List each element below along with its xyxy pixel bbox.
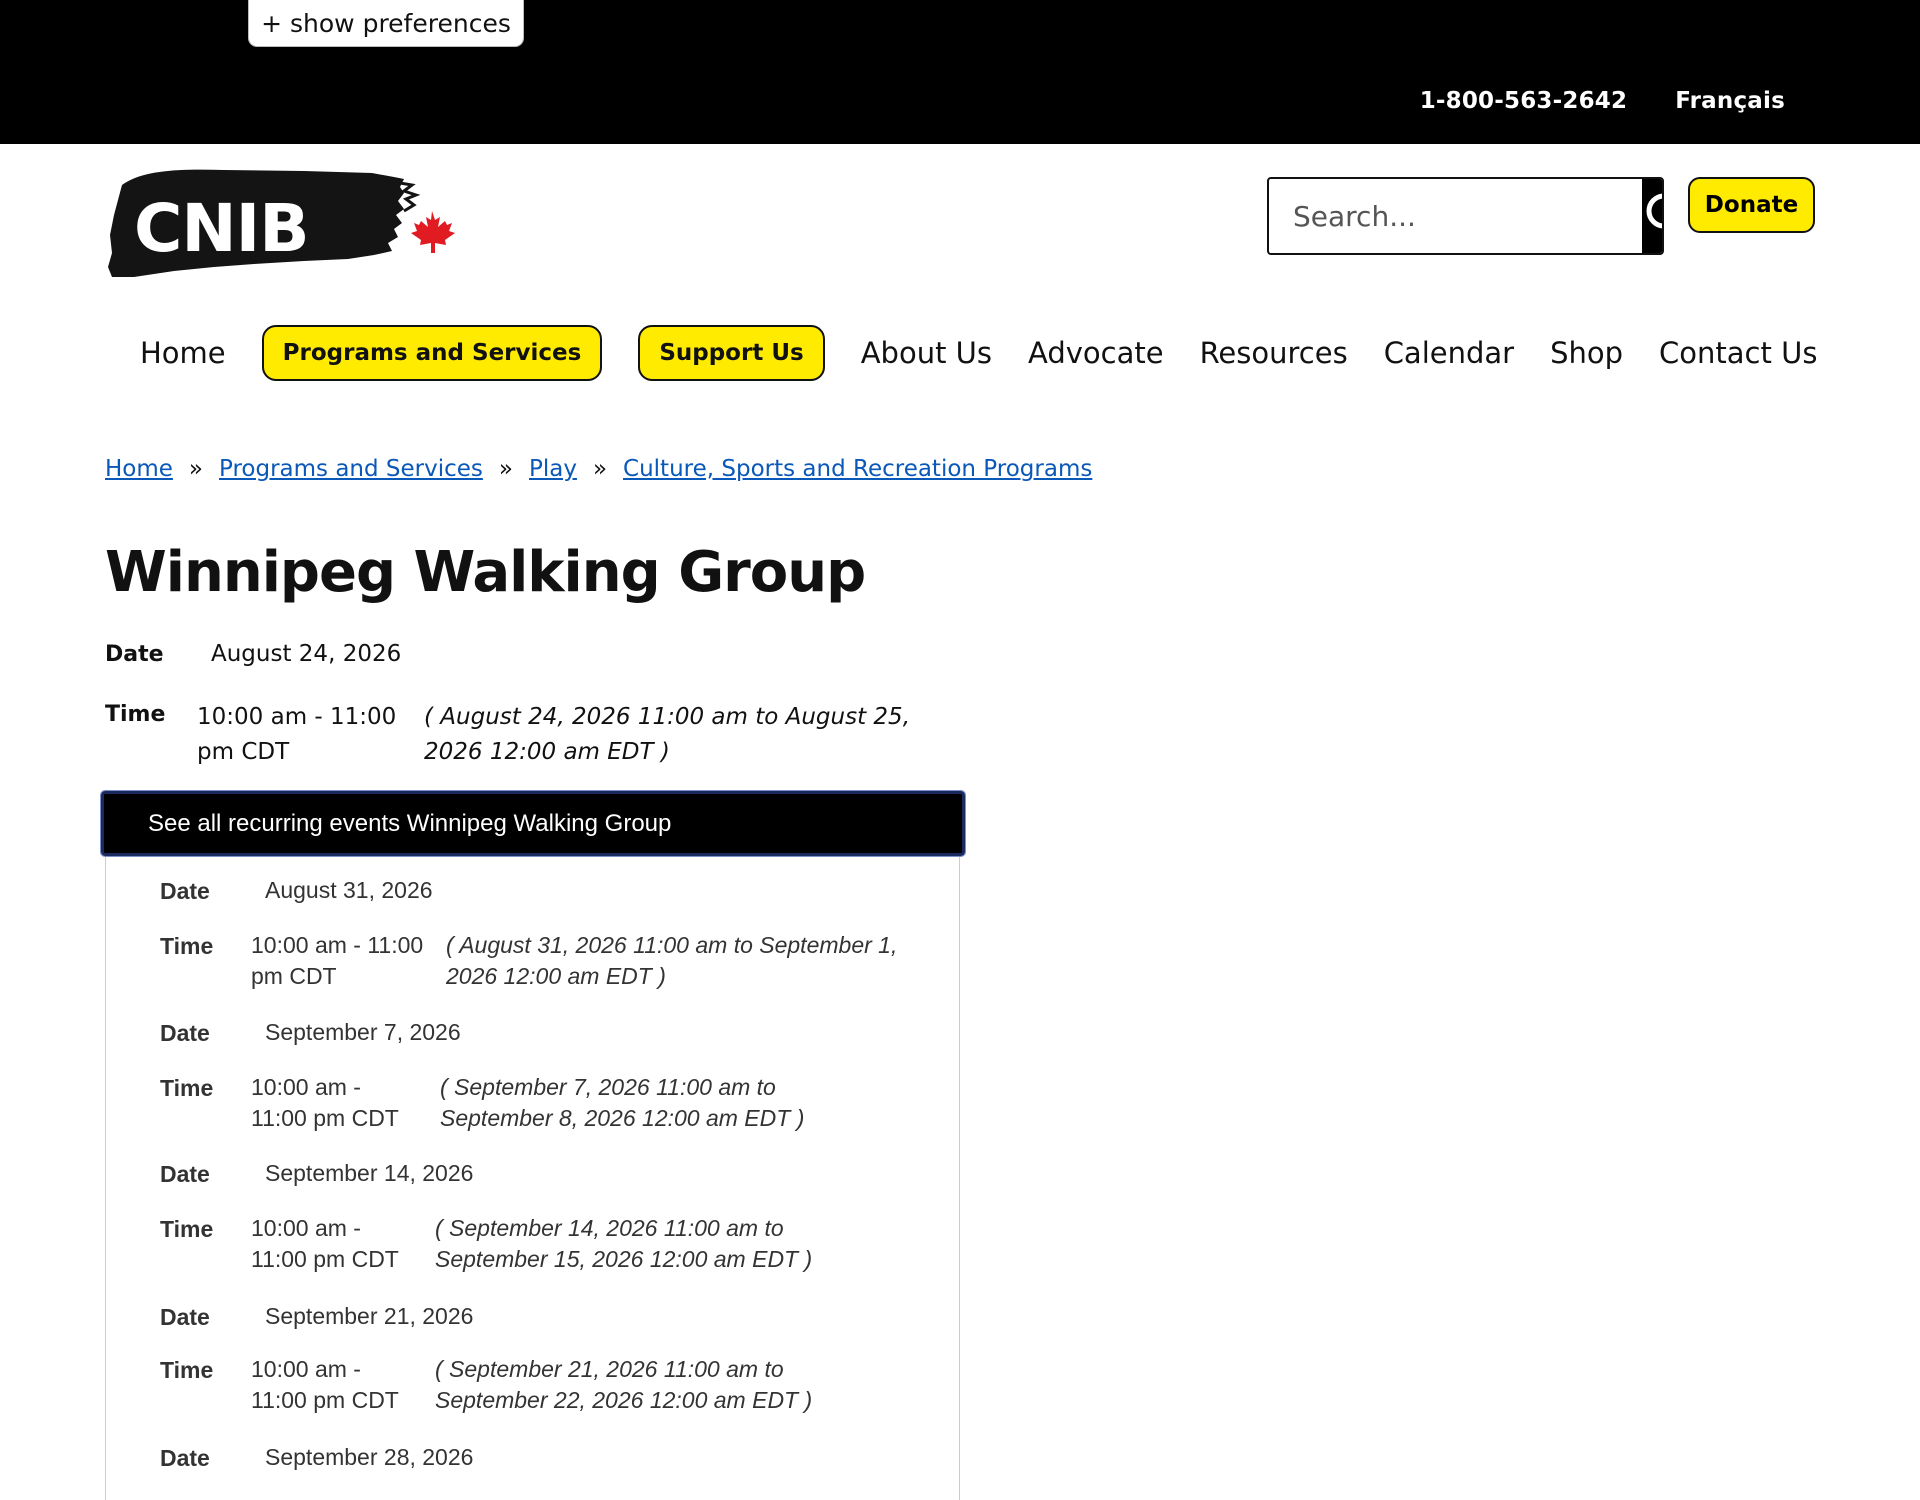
nav-item-shop[interactable]: Shop	[1550, 336, 1623, 370]
nav-item-calendar[interactable]: Calendar	[1384, 336, 1514, 370]
see-all-recurring-events-button[interactable]: See all recurring events Winnipeg Walkin…	[100, 790, 966, 857]
nav-item-contact-us[interactable]: Contact Us	[1659, 336, 1817, 370]
breadcrumb-separator: »	[498, 456, 513, 482]
recurring-date-label: Date	[160, 1304, 210, 1330]
breadcrumb-separator: »	[188, 456, 203, 482]
language-link[interactable]: Français	[1675, 88, 1785, 114]
search-button[interactable]	[1642, 179, 1662, 253]
recurring-date-value: September 14, 2026	[265, 1160, 474, 1186]
breadcrumb: Home » Programs and Services » Play » Cu…	[105, 456, 1092, 482]
recurring-time-value: 10:00 am - 11:00 pm CDT	[251, 1215, 399, 1272]
nav-item-resources[interactable]: Resources	[1200, 336, 1348, 370]
search-bar	[1267, 177, 1664, 255]
recurring-time-label: Time	[160, 1075, 214, 1101]
maple-leaf-icon	[411, 211, 455, 253]
nav-item-about-us[interactable]: About Us	[861, 336, 992, 370]
recurring-date-label: Date	[160, 1445, 210, 1471]
breadcrumb-separator: »	[592, 456, 608, 482]
recurring-date-value: September 7, 2026	[265, 1019, 461, 1045]
phone-link[interactable]: 1-800-563-2642	[1420, 88, 1627, 114]
top-bar: + show preferences 1-800-563-2642 França…	[0, 0, 1920, 144]
breadcrumb-programs-and-services[interactable]: Programs and Services	[219, 456, 483, 482]
recurring-date-label: Date	[160, 878, 210, 904]
recurring-time-converted: ( August 31, 2026 11:00 am to September …	[446, 932, 898, 989]
cnib-logo-mark: CNIB	[108, 169, 455, 277]
event-time-converted: ( August 24, 2026 11:00 am to August 25,…	[424, 704, 910, 765]
recurring-time-label: Time	[160, 1216, 214, 1242]
recurring-time-converted: ( September 14, 2026 11:00 am to Septemb…	[435, 1215, 813, 1272]
breadcrumb-play[interactable]: Play	[529, 456, 577, 482]
recurring-time-label: Time	[160, 933, 214, 959]
event-date-label: Date	[105, 642, 164, 667]
cnib-logo[interactable]: CNIB	[104, 163, 464, 283]
recurring-date-value: September 21, 2026	[265, 1303, 474, 1329]
breadcrumb-culture-sports-recreation[interactable]: Culture, Sports and Recreation Programs	[623, 456, 1092, 482]
recurring-date-label: Date	[160, 1161, 210, 1187]
show-preferences-button[interactable]: + show preferences	[248, 0, 524, 47]
recurring-time-converted: ( September 21, 2026 11:00 am to Septemb…	[435, 1356, 813, 1413]
event-time-value: 10:00 am - 11:00 pm CDT	[197, 704, 397, 765]
search-icon	[1646, 193, 1662, 229]
recurring-time-converted: ( September 7, 2026 11:00 am to Septembe…	[440, 1074, 805, 1131]
recurring-time-label: Time	[160, 1357, 214, 1383]
search-input[interactable]	[1269, 179, 1642, 253]
recurring-date-value: August 31, 2026	[265, 877, 433, 903]
recurring-date-label: Date	[160, 1020, 210, 1046]
nav-item-support-us[interactable]: Support Us	[638, 325, 825, 381]
event-time-label: Time	[105, 702, 166, 727]
breadcrumb-home[interactable]: Home	[105, 456, 173, 482]
recurring-time-value: 10:00 am - 11:00 pm CDT	[251, 1074, 399, 1131]
recurring-time-value: 10:00 am - 11:00 pm CDT	[251, 1356, 399, 1413]
logo-text: CNIB	[134, 190, 309, 267]
recurring-time-value: 10:00 am - 11:00 pm CDT	[251, 932, 424, 989]
donate-button[interactable]: Donate	[1688, 177, 1815, 233]
recurring-date-value: September 28, 2026	[265, 1444, 474, 1470]
nav-item-advocate[interactable]: Advocate	[1028, 336, 1164, 370]
main-nav: Home Programs and Services Support Us Ab…	[140, 324, 1853, 382]
nav-item-programs-and-services[interactable]: Programs and Services	[261, 325, 603, 381]
page-title: Winnipeg Walking Group	[105, 540, 866, 605]
nav-item-home[interactable]: Home	[140, 336, 226, 370]
utility-links: 1-800-563-2642 Français	[1420, 88, 1785, 114]
event-date-value: August 24, 2026	[211, 641, 402, 667]
